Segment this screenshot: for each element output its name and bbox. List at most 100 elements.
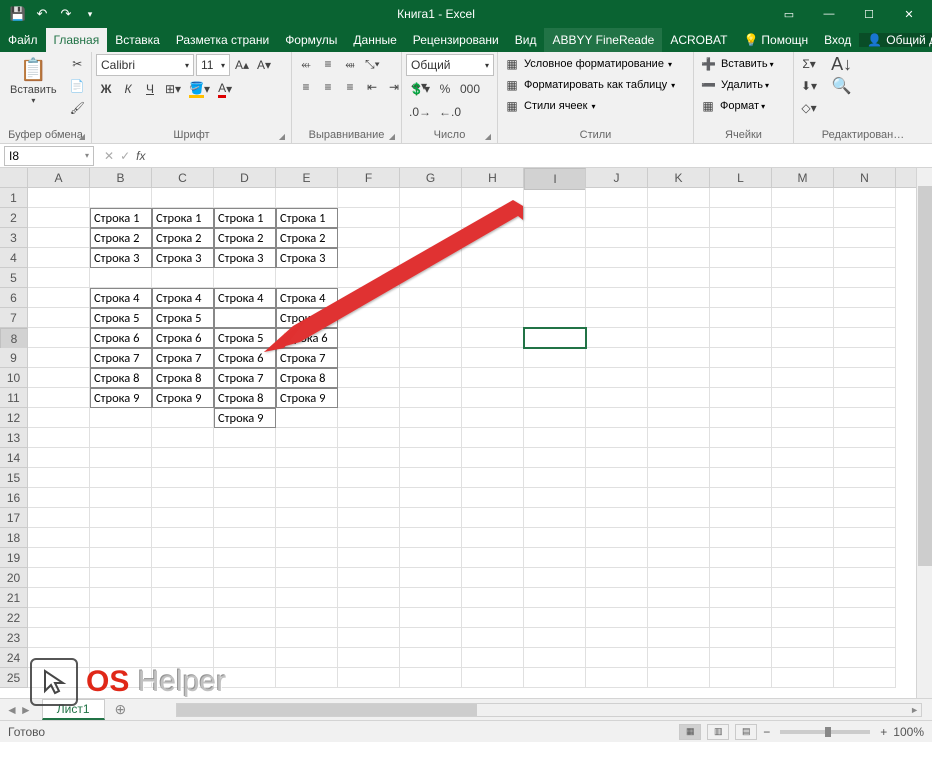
cell[interactable] — [462, 188, 524, 208]
cell[interactable] — [214, 528, 276, 548]
find-icon[interactable]: 🔍 — [828, 76, 855, 96]
cell[interactable] — [710, 208, 772, 228]
cell[interactable] — [214, 648, 276, 668]
cell[interactable] — [648, 368, 710, 388]
cell[interactable] — [648, 328, 710, 348]
cell[interactable] — [586, 508, 648, 528]
cell[interactable] — [834, 288, 896, 308]
cell[interactable]: Строка 4 — [152, 288, 214, 308]
cell[interactable] — [524, 608, 586, 628]
row-header[interactable]: 5 — [0, 268, 28, 288]
col-header-E[interactable]: E — [276, 168, 338, 187]
cell[interactable] — [586, 268, 648, 288]
cell[interactable] — [214, 188, 276, 208]
cell[interactable] — [462, 428, 524, 448]
cell[interactable] — [524, 648, 586, 668]
cell[interactable] — [28, 328, 90, 348]
align-top-icon[interactable]: ⬴ — [296, 54, 316, 74]
cell[interactable] — [214, 608, 276, 628]
format-table-button[interactable]: ▦Форматировать как таблицу▾ — [502, 75, 689, 95]
cell[interactable] — [338, 268, 400, 288]
cell[interactable] — [772, 188, 834, 208]
cell[interactable] — [400, 448, 462, 468]
close-icon[interactable]: ✕ — [892, 4, 926, 24]
cell[interactable] — [462, 368, 524, 388]
cell[interactable] — [90, 528, 152, 548]
cell[interactable] — [524, 508, 586, 528]
launcher-icon[interactable]: ◢ — [79, 132, 85, 141]
row-header[interactable]: 3 — [0, 228, 28, 248]
cell[interactable] — [772, 408, 834, 428]
cell[interactable] — [462, 488, 524, 508]
row-header[interactable]: 23 — [0, 628, 28, 648]
cell[interactable] — [214, 488, 276, 508]
cell[interactable] — [586, 288, 648, 308]
cell[interactable] — [400, 488, 462, 508]
cell[interactable] — [710, 648, 772, 668]
cell[interactable] — [28, 208, 90, 228]
tab-рецензировани[interactable]: Рецензировани — [405, 28, 507, 52]
tab-share[interactable]: 👤Общий доступ — [859, 33, 932, 47]
cell[interactable] — [586, 548, 648, 568]
cell[interactable] — [648, 288, 710, 308]
cell[interactable] — [152, 188, 214, 208]
cell[interactable] — [90, 548, 152, 568]
cell[interactable]: Строка 1 — [214, 208, 276, 228]
cell[interactable] — [400, 388, 462, 408]
col-header-N[interactable]: N — [834, 168, 896, 187]
cell[interactable] — [90, 408, 152, 428]
col-header-J[interactable]: J — [586, 168, 648, 187]
increase-decimal-icon[interactable]: .0→ — [406, 102, 434, 122]
cell[interactable] — [586, 528, 648, 548]
cell[interactable]: Строка 8 — [90, 368, 152, 388]
cell[interactable] — [834, 448, 896, 468]
cell[interactable]: Строка 5 — [214, 328, 276, 348]
cell[interactable] — [400, 368, 462, 388]
cell[interactable] — [90, 508, 152, 528]
cell[interactable] — [524, 268, 586, 288]
row-header[interactable]: 24 — [0, 648, 28, 668]
cell[interactable] — [710, 468, 772, 488]
cell[interactable] — [586, 468, 648, 488]
cell[interactable] — [772, 508, 834, 528]
cell[interactable] — [152, 448, 214, 468]
cell[interactable] — [28, 468, 90, 488]
row-header[interactable]: 9 — [0, 348, 28, 368]
cell[interactable] — [400, 268, 462, 288]
cell[interactable] — [648, 268, 710, 288]
cell[interactable] — [276, 408, 338, 428]
cell[interactable]: Строка 8 — [152, 368, 214, 388]
col-header-K[interactable]: K — [648, 168, 710, 187]
cell[interactable] — [214, 548, 276, 568]
cell[interactable] — [338, 668, 400, 688]
cell[interactable] — [524, 288, 586, 308]
cell[interactable] — [772, 568, 834, 588]
cell[interactable] — [772, 608, 834, 628]
select-all-corner[interactable] — [0, 168, 28, 187]
cell[interactable] — [28, 368, 90, 388]
cell[interactable] — [400, 588, 462, 608]
col-header-I[interactable]: I — [524, 168, 586, 190]
cell[interactable] — [152, 588, 214, 608]
cell[interactable] — [772, 448, 834, 468]
cell[interactable] — [772, 648, 834, 668]
cell[interactable]: Строка 1 — [276, 208, 338, 228]
cell[interactable] — [152, 468, 214, 488]
cell[interactable] — [338, 548, 400, 568]
cell[interactable] — [28, 408, 90, 428]
cell[interactable] — [648, 308, 710, 328]
cell[interactable] — [338, 448, 400, 468]
cell[interactable] — [214, 628, 276, 648]
tab-главная[interactable]: Главная — [46, 28, 108, 52]
delete-cells-button[interactable]: ➖Удалить▾ — [698, 75, 789, 95]
cell[interactable]: Строка 6 — [152, 328, 214, 348]
cell[interactable] — [90, 608, 152, 628]
cell[interactable] — [90, 648, 152, 668]
col-header-G[interactable]: G — [400, 168, 462, 187]
row-header[interactable]: 17 — [0, 508, 28, 528]
col-header-C[interactable]: C — [152, 168, 214, 187]
row-header[interactable]: 19 — [0, 548, 28, 568]
cell[interactable]: Строка 3 — [276, 248, 338, 268]
cell[interactable] — [28, 248, 90, 268]
cell[interactable] — [462, 448, 524, 468]
